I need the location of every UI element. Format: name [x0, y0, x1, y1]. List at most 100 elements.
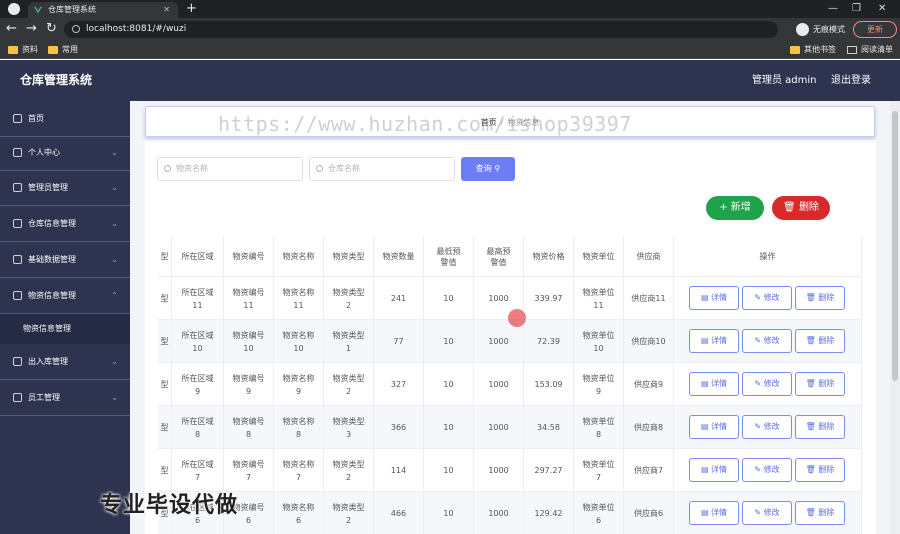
sidebar-item-staff[interactable]: 员工管理 ⌄: [0, 380, 130, 416]
sidebar-item-materials[interactable]: 物资信息管理 ⌃: [0, 278, 130, 314]
sidebar-item-home[interactable]: 首页: [0, 101, 130, 137]
cell-type: 物资类型2: [324, 492, 374, 534]
edit-button-label: 修改: [763, 379, 780, 388]
reload-icon[interactable]: ↻: [46, 20, 57, 38]
bulk-delete-button[interactable]: 🗑 删除: [772, 196, 830, 220]
cell-qty: 327: [374, 363, 424, 406]
warehouse-name-input[interactable]: 仓库名称: [309, 157, 455, 181]
detail-button-label: 详情: [711, 422, 728, 431]
close-window-icon[interactable]: ✕: [878, 0, 886, 18]
new-tab-icon[interactable]: +: [186, 0, 197, 18]
detail-button[interactable]: ▤ 详情: [689, 501, 739, 525]
cell-name: 物资名称6: [274, 492, 324, 534]
row-delete-button[interactable]: 🗑 删除: [795, 286, 845, 310]
cell-min: 10: [424, 320, 474, 363]
cell-supplier: 供应商6: [624, 492, 674, 534]
cell-qty: 241: [374, 277, 424, 320]
edit-button[interactable]: ✎ 修改: [742, 501, 792, 525]
forward-icon[interactable]: →: [26, 20, 37, 38]
cell-max: 1000: [474, 406, 524, 449]
cell-supplier: 供应商9: [624, 363, 674, 406]
chevron-down-icon: ⌄: [111, 255, 118, 264]
sidebar-item-inout[interactable]: 出入库管理 ⌄: [0, 344, 130, 380]
incognito-indicator[interactable]: 无痕模式: [796, 21, 845, 38]
detail-button[interactable]: ▤ 详情: [689, 458, 739, 482]
material-name-input[interactable]: 物资名称: [157, 157, 303, 181]
detail-button[interactable]: ▤ 详情: [689, 372, 739, 396]
edit-icon: ✎: [754, 336, 764, 345]
edit-button-label: 修改: [763, 422, 780, 431]
edit-button[interactable]: ✎ 修改: [742, 329, 792, 353]
warehouse-icon: [13, 219, 22, 228]
logout-link[interactable]: 退出登录: [831, 60, 871, 101]
row-delete-button[interactable]: 🗑 删除: [795, 329, 845, 353]
sidebar-item-admins[interactable]: 管理员管理 ⌄: [0, 170, 130, 206]
table-row: 型所在区域6 物资编号6 物资名称6 物资类型2 466 10 1000 129.42 物资单位…: [158, 492, 862, 534]
close-tab-icon[interactable]: ✕: [163, 2, 170, 18]
mail-icon: [13, 393, 22, 402]
submenu-item-materials[interactable]: 物资信息管理: [0, 314, 130, 344]
detail-button-label: 详情: [711, 508, 728, 517]
row-delete-button[interactable]: 🗑 删除: [795, 372, 845, 396]
edit-icon: ✎: [754, 293, 764, 302]
cell-min: 10: [424, 363, 474, 406]
folder-icon: [790, 46, 800, 54]
trash-icon: 🗑: [805, 465, 819, 474]
query-button[interactable]: 查询 ⚲: [461, 157, 515, 181]
detail-button[interactable]: ▤ 详情: [689, 329, 739, 353]
add-button[interactable]: + 新增: [706, 196, 764, 220]
column-header: 型: [158, 236, 172, 277]
row-delete-button[interactable]: 🗑 删除: [795, 501, 845, 525]
back-icon[interactable]: ←: [6, 20, 17, 38]
browser-tab[interactable]: 仓库管理系统 ✕: [28, 2, 178, 18]
cell-qty: 366: [374, 406, 424, 449]
cell-type: 物资类型2: [324, 277, 374, 320]
bookmark-folder[interactable]: 资料: [8, 41, 38, 59]
sidebar-item-profile[interactable]: 个人中心 ⌄: [0, 135, 130, 171]
table-row: 型所在区域7 物资编号7 物资名称7 物资类型2 114 10 1000 297.27 物资单位…: [158, 449, 862, 492]
sidebar-item-warehouse[interactable]: 仓库信息管理 ⌄: [0, 206, 130, 242]
restore-icon[interactable]: ❐: [852, 0, 861, 18]
search-icon: [164, 165, 171, 172]
cell-unit: 物资单位11: [574, 277, 624, 320]
row-delete-button[interactable]: 🗑 删除: [795, 415, 845, 439]
edit-button[interactable]: ✎ 修改: [742, 415, 792, 439]
cell-c0: 型: [158, 277, 172, 320]
tab-title: 仓库管理系统: [48, 5, 96, 14]
browser-menu-icon[interactable]: [8, 3, 20, 15]
folder-icon: [8, 46, 18, 54]
detail-button[interactable]: ▤ 详情: [689, 415, 739, 439]
document-icon: ▤: [700, 336, 712, 345]
cell-unit: 物资单位6: [574, 492, 624, 534]
cell-supplier: 供应商11: [624, 277, 674, 320]
reading-list[interactable]: 阅读清单: [847, 41, 893, 59]
table-header: 型 所在区域 物资编号 物资名称 物资类型 物资数量 最低预警值 最高预警值 物…: [158, 236, 862, 277]
column-header: 物资单位: [574, 236, 624, 277]
minimize-icon[interactable]: —: [828, 0, 838, 18]
edit-button[interactable]: ✎ 修改: [742, 286, 792, 310]
site-info-icon[interactable]: [72, 25, 80, 33]
document-icon: ▤: [700, 422, 712, 431]
row-delete-button[interactable]: 🗑 删除: [795, 458, 845, 482]
edit-button[interactable]: ✎ 修改: [742, 458, 792, 482]
chevron-down-icon: ⌄: [111, 357, 118, 366]
edit-button[interactable]: ✎ 修改: [742, 372, 792, 396]
vertical-scrollbar[interactable]: [890, 101, 900, 534]
other-bookmarks[interactable]: 其他书签: [790, 41, 836, 59]
sidebar-item-basic-data[interactable]: 基础数据管理 ⌄: [0, 242, 130, 278]
edit-button-label: 修改: [763, 336, 780, 345]
column-header: 供应商: [624, 236, 674, 277]
scrollbar-thumb[interactable]: [892, 111, 898, 381]
bookmark-folder[interactable]: 常用: [48, 41, 78, 59]
detail-button[interactable]: ▤ 详情: [689, 286, 739, 310]
document-icon: ▤: [700, 465, 712, 474]
url-field[interactable]: localhost:8081/#/wuzi: [64, 21, 778, 38]
edit-icon: ✎: [754, 422, 764, 431]
update-button[interactable]: 更新: [853, 21, 897, 38]
document-icon: ▤: [700, 508, 712, 517]
trash-icon: 🗑: [805, 422, 819, 431]
column-header: 操作: [674, 236, 862, 277]
cell-area: 所在区域10: [172, 320, 224, 363]
trash-icon: 🗑: [805, 336, 819, 345]
table-row: 型所在区域9 物资编号9 物资名称9 物资类型2 327 10 1000 153.09 物资单位…: [158, 363, 862, 406]
